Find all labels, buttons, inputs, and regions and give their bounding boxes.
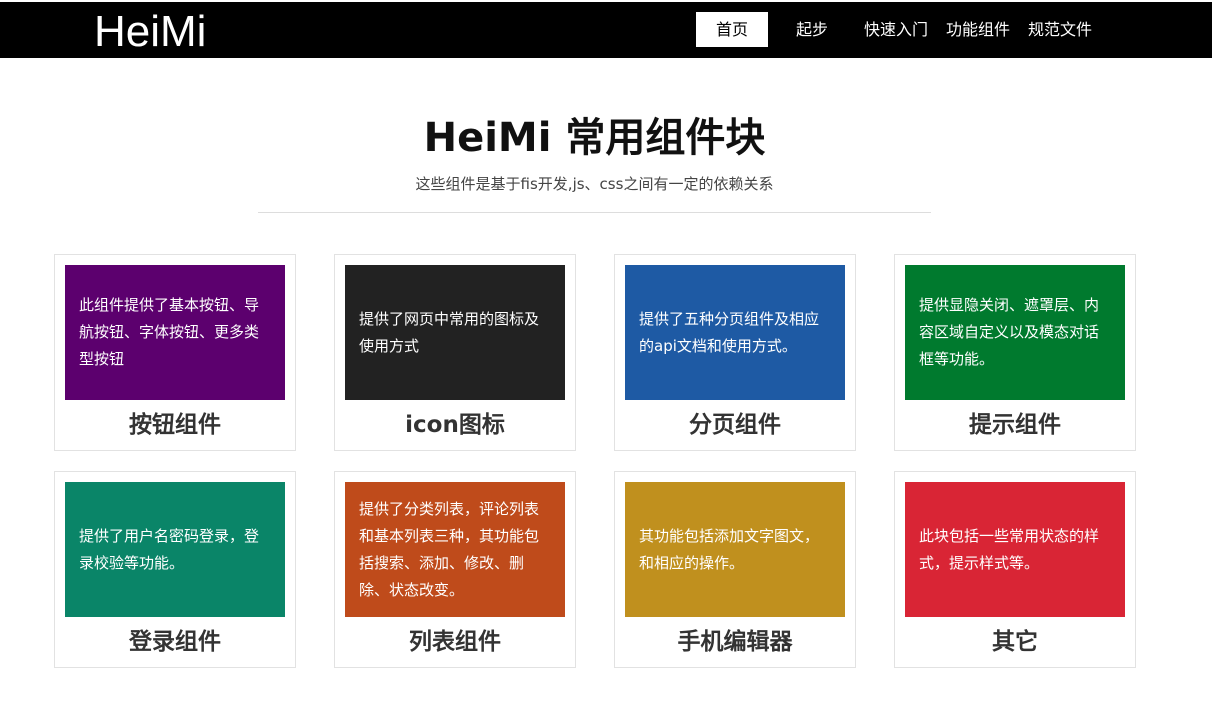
top-navbar: HeiMi 首页 起步 快速入门 功能组件 规范文件 [0,2,1212,58]
card-panel: 提供了用户名密码登录，登录校验等功能。 [65,482,285,617]
card-panel: 其功能包括添加文字图文，和相应的操作。 [625,482,845,617]
card-description: 提供了用户名密码登录，登录校验等功能。 [79,526,260,572]
card-description: 此组件提供了基本按钮、导航按钮、字体按钮、更多类型按钮 [79,296,260,368]
card-description: 其功能包括添加文字图文，和相应的操作。 [639,526,820,572]
card-mobile-editor[interactable]: 其功能包括添加文字图文，和相应的操作。 手机编辑器 [614,471,856,668]
card-description: 提供了五种分页组件及相应的api文档和使用方式。 [639,309,820,355]
card-panel: 此组件提供了基本按钮、导航按钮、字体按钮、更多类型按钮 [65,265,285,400]
card-panel: 此块包括一些常用状态的样式，提示样式等。 [905,482,1125,617]
brand-logo[interactable]: HeiMi [94,6,206,58]
card-tip-component[interactable]: 提供显隐关闭、遮罩层、内容区域自定义以及模态对话框等功能。 提示组件 [894,254,1136,451]
card-pagination-component[interactable]: 提供了五种分页组件及相应的api文档和使用方式。 分页组件 [614,254,856,451]
card-panel: 提供显隐关闭、遮罩层、内容区域自定义以及模态对话框等功能。 [905,265,1125,400]
card-panel: 提供了网页中常用的图标及使用方式 [345,265,565,400]
card-title: 登录组件 [129,629,221,655]
card-title: 其它 [992,629,1038,655]
nav-item-home[interactable]: 首页 [696,12,768,47]
card-title: 分页组件 [689,412,781,438]
page-title: HeiMi 常用组件块 [423,115,766,161]
card-panel: 提供了五种分页组件及相应的api文档和使用方式。 [625,265,845,400]
card-title: 手机编辑器 [677,629,793,655]
page-subtitle: 这些组件是基于fis开发,js、css之间有一定的依赖关系 [415,175,774,193]
section-divider [258,212,931,213]
card-title: 列表组件 [409,629,501,655]
nav-item-quickstart[interactable]: 快速入门 [864,12,928,47]
card-title: icon图标 [405,412,505,438]
card-panel: 提供了分类列表，评论列表和基本列表三种，其功能包括搜索、添加、修改、删除、状态改… [345,482,565,617]
nav-item-components[interactable]: 功能组件 [946,12,1010,47]
card-button-component[interactable]: 此组件提供了基本按钮、导航按钮、字体按钮、更多类型按钮 按钮组件 [54,254,296,451]
nav-item-start[interactable]: 起步 [796,12,828,47]
card-icon-component[interactable]: 提供了网页中常用的图标及使用方式 icon图标 [334,254,576,451]
card-title: 按钮组件 [129,412,221,438]
card-description: 提供了网页中常用的图标及使用方式 [359,309,540,355]
card-description: 提供显隐关闭、遮罩层、内容区域自定义以及模态对话框等功能。 [919,296,1100,368]
card-title: 提示组件 [969,412,1061,438]
card-description: 提供了分类列表，评论列表和基本列表三种，其功能包括搜索、添加、修改、删除、状态改… [359,499,540,599]
card-description: 此块包括一些常用状态的样式，提示样式等。 [919,526,1100,572]
card-login-component[interactable]: 提供了用户名密码登录，登录校验等功能。 登录组件 [54,471,296,668]
nav-item-specs[interactable]: 规范文件 [1028,12,1092,47]
card-list-component[interactable]: 提供了分类列表，评论列表和基本列表三种，其功能包括搜索、添加、修改、删除、状态改… [334,471,576,668]
card-other[interactable]: 此块包括一些常用状态的样式，提示样式等。 其它 [894,471,1136,668]
